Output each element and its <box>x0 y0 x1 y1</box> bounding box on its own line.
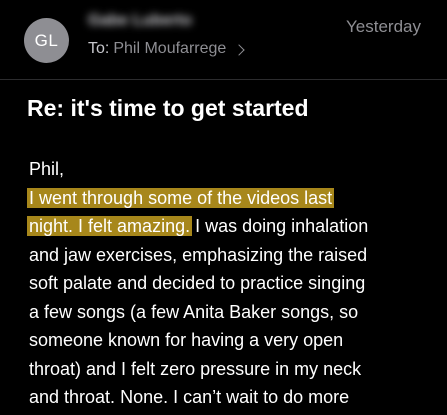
body-line: someone known for having a very open <box>29 330 344 350</box>
chevron-right-icon[interactable] <box>233 43 245 56</box>
greeting: Phil, <box>29 159 65 179</box>
body-line: throat) and I felt zero pressure in my n… <box>29 358 362 379</box>
email-body: Phil, I went through some of the videos … <box>27 155 429 412</box>
email-date: Yesterday <box>346 17 421 36</box>
recipient-name[interactable]: Phil Moufarrege <box>113 40 226 58</box>
sender-name[interactable]: Gabe Luberto <box>88 12 238 34</box>
body-line: night. I felt amazing. I was doing inhal… <box>27 212 429 241</box>
body-line: soft palate and decided to practice sing… <box>29 273 366 293</box>
body-line: a few songs (a few Anita Baker songs, so <box>29 301 359 322</box>
to-label: To: <box>88 40 110 57</box>
recipient-line[interactable]: To: Phil Moufarrege <box>88 40 245 58</box>
body-line: and jaw exercises, emphasizing the raise… <box>29 244 368 265</box>
body-line: and throat. None. I can’t wait to do mor… <box>29 387 350 407</box>
body-text: I was doing inhalation <box>190 216 369 236</box>
highlighted-text: night. I felt amazing. <box>27 216 193 236</box>
avatar[interactable]: GL <box>24 18 69 63</box>
body-line: I went through some of the videos last <box>27 184 429 213</box>
email-subject: Re: it's time to get started <box>27 95 309 121</box>
highlighted-text: I went through some of the videos last <box>27 187 335 208</box>
email-header: GL Gabe Luberto Yesterday To: Phil Moufa… <box>0 0 447 79</box>
header-divider <box>0 79 447 80</box>
